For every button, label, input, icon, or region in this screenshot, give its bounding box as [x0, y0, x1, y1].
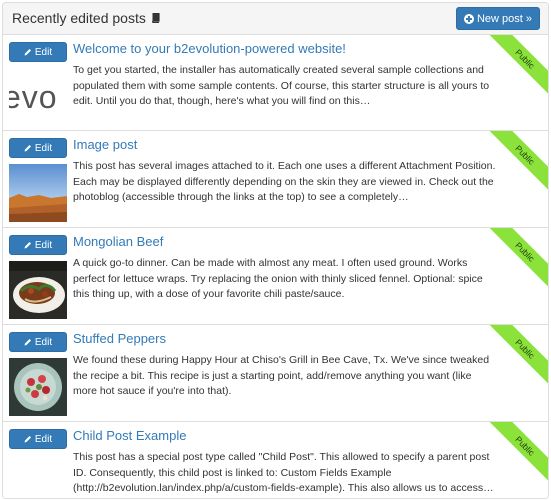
status-ribbon-label: Public	[488, 35, 548, 95]
post-title-link[interactable]: Image post	[73, 137, 137, 152]
status-ribbon-label: Public	[488, 131, 548, 191]
pencil-icon	[24, 435, 32, 443]
status-ribbon: Public	[488, 35, 548, 95]
post-excerpt: This post has several images attached to…	[73, 160, 496, 203]
post-excerpt: A quick go-to dinner. Can be made with a…	[73, 257, 483, 300]
plus-circle-icon	[463, 13, 474, 24]
new-post-button[interactable]: New post »	[455, 7, 540, 30]
edit-label: Edit	[34, 46, 53, 58]
post-item: Edit Image post This post has several im…	[3, 131, 548, 228]
post-item: Edit Stuffed Peppers We found these duri…	[3, 325, 548, 422]
post-title-link[interactable]: Child Post Example	[73, 428, 186, 443]
thumb-logo-text: evo	[9, 78, 58, 115]
pencil-icon	[24, 144, 32, 152]
post-item: Edit Child Post Example This post has a …	[3, 422, 548, 498]
post-title-link[interactable]: Welcome to your b2evolution-powered webs…	[73, 41, 346, 56]
edit-label: Edit	[34, 239, 53, 251]
status-ribbon: Public	[488, 131, 548, 191]
edit-button[interactable]: Edit	[9, 429, 67, 449]
status-ribbon: Public	[488, 325, 548, 385]
edit-button[interactable]: Edit	[9, 138, 67, 158]
post-thumbnail: evo	[9, 68, 67, 126]
panel-title: Recently edited posts	[12, 10, 160, 26]
post-excerpt: This post has a special post type called…	[73, 451, 494, 494]
edit-button[interactable]: Edit	[9, 235, 67, 255]
edit-label: Edit	[34, 336, 53, 348]
new-post-label: New post »	[476, 12, 532, 25]
post-excerpt: We found these during Happy Hour at Chis…	[73, 354, 490, 397]
status-ribbon-label: Public	[488, 422, 548, 482]
post-excerpt: To get you started, the installer has au…	[73, 64, 490, 107]
edit-label: Edit	[34, 433, 53, 445]
post-title-link[interactable]: Stuffed Peppers	[73, 331, 166, 346]
status-ribbon: Public	[488, 422, 548, 482]
post-thumbnail	[9, 261, 67, 319]
status-ribbon-label: Public	[488, 325, 548, 385]
post-item: Edit Mongolian Beef A quick go-to dinner…	[3, 228, 548, 325]
pencil-icon	[24, 338, 32, 346]
recent-posts-panel: Recently edited posts New post » Edit ev…	[2, 2, 549, 499]
book-icon	[151, 13, 160, 23]
pencil-icon	[24, 241, 32, 249]
post-title-link[interactable]: Mongolian Beef	[73, 234, 163, 249]
status-ribbon-label: Public	[488, 228, 548, 288]
panel-heading: Recently edited posts New post »	[3, 3, 548, 35]
panel-title-text: Recently edited posts	[12, 10, 146, 26]
pencil-icon	[24, 48, 32, 56]
edit-label: Edit	[34, 142, 53, 154]
post-thumbnail	[9, 164, 67, 222]
edit-button[interactable]: Edit	[9, 332, 67, 352]
status-ribbon: Public	[488, 228, 548, 288]
edit-button[interactable]: Edit	[9, 42, 67, 62]
post-thumbnail	[9, 358, 67, 416]
post-item: Edit evo Welcome to your b2evolution-pow…	[3, 35, 548, 131]
